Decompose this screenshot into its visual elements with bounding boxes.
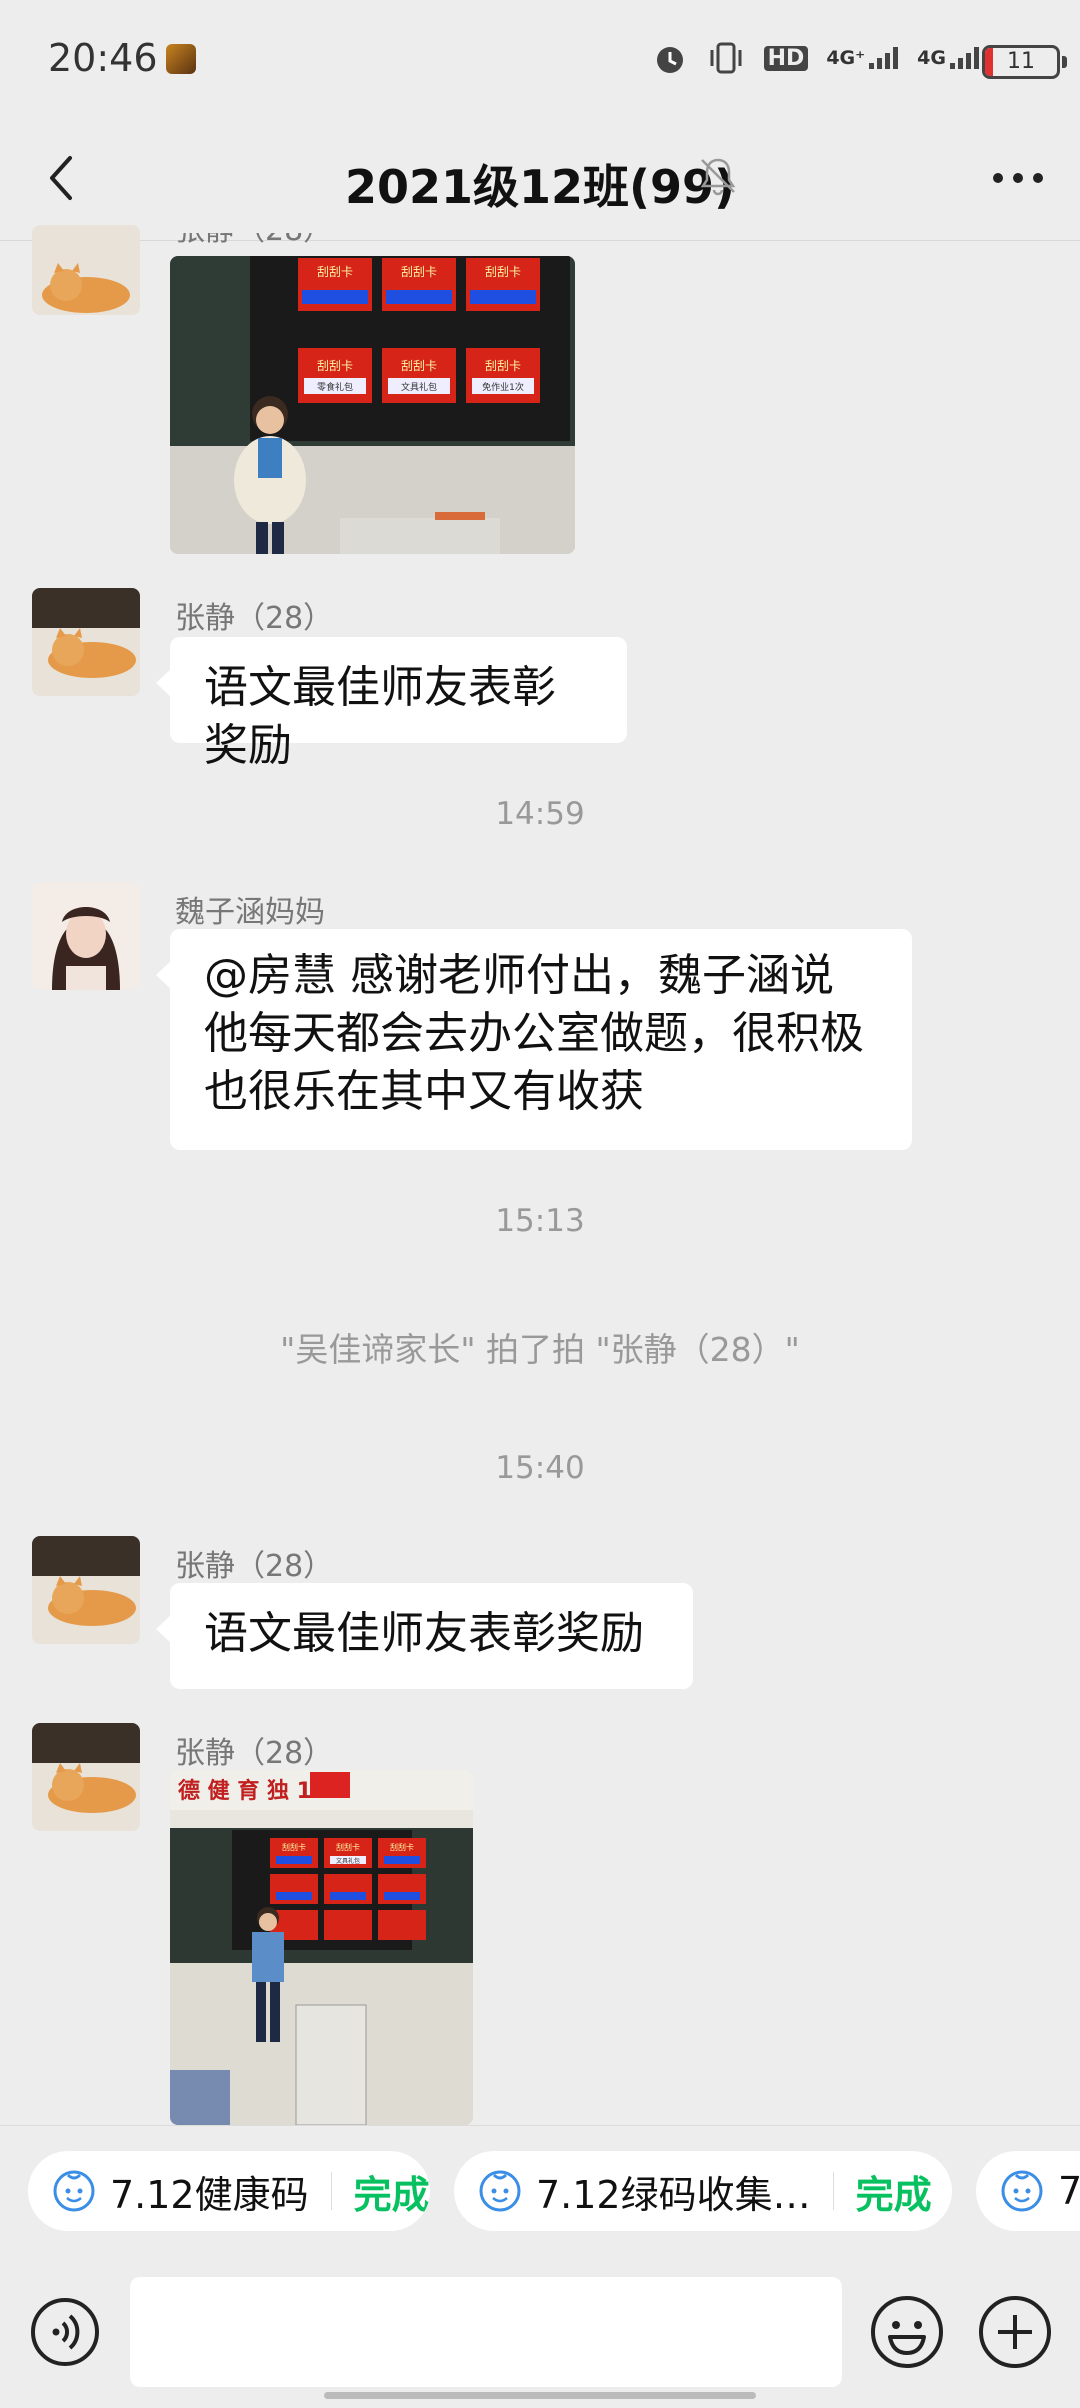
task-chip-label: 7.12健康码 bbox=[110, 2172, 309, 2217]
card-label: 刮刮卡 bbox=[317, 359, 353, 373]
4g-plus-signal-icon: 4G⁺ bbox=[826, 47, 899, 69]
pat-notification: "吴佳谛家长" 拍了拍 "张静（28）" bbox=[280, 1330, 800, 1369]
card-label: 刮刮卡 bbox=[485, 359, 521, 373]
message-timestamp: 15:40 bbox=[495, 1450, 585, 1486]
message-input[interactable] bbox=[130, 2277, 842, 2387]
prize-label: 文具礼包 bbox=[401, 381, 437, 393]
baby-face-icon bbox=[1001, 2170, 1043, 2212]
task-done-status: 完成 bbox=[855, 2172, 932, 2217]
chat-header: 2021级12班(99) bbox=[0, 120, 1080, 241]
sender-name: 张静（28） bbox=[175, 1736, 334, 1771]
card-label: 刮刮卡 bbox=[485, 265, 521, 279]
classroom-banner-text: 德 健 育 独 14 bbox=[178, 1778, 327, 1804]
battery-level: 11 bbox=[1007, 49, 1035, 74]
message-timestamp: 15:13 bbox=[495, 1203, 585, 1239]
4g-signal-icon: 4G bbox=[917, 47, 980, 69]
avatar-weizihan-mother[interactable] bbox=[32, 882, 140, 990]
prize-label: 免作业1次 bbox=[482, 381, 524, 393]
alarm-icon bbox=[656, 47, 683, 73]
task-chip-label: 7. bbox=[1058, 2169, 1080, 2213]
card-label: 刮刮卡 bbox=[282, 1842, 306, 1852]
baby-face-icon bbox=[53, 2170, 95, 2212]
status-time: 20:46 bbox=[48, 36, 158, 80]
message-line: 他每天都会去办公室做题，很积极 bbox=[204, 1008, 864, 1059]
sender-name: 张静（28） bbox=[175, 601, 334, 636]
status-bar: 20:46 HD 4G⁺ 4G 11 bbox=[0, 0, 1080, 120]
chip-divider bbox=[832, 2172, 834, 2210]
message-line: 也很乐在其中又有收获 bbox=[204, 1066, 644, 1117]
home-indicator[interactable] bbox=[324, 2392, 756, 2399]
message-line: @房慧 感谢老师付出，魏子涵说 bbox=[204, 950, 834, 1001]
message-timestamp: 14:59 bbox=[495, 796, 585, 832]
card-label: 刮刮卡 bbox=[317, 265, 353, 279]
message-bubble[interactable]: 语文最佳师友表彰奖励 bbox=[156, 637, 627, 771]
task-chip-green-code[interactable]: 7.12绿码收集… 完成 bbox=[454, 2151, 952, 2231]
mute-bell-icon bbox=[700, 158, 736, 196]
sender-name: 魏子涵妈妈 bbox=[175, 895, 325, 930]
app-notification-icon bbox=[166, 44, 196, 74]
prize-label: 零食礼包 bbox=[317, 381, 353, 393]
emoji-icon[interactable] bbox=[870, 2295, 944, 2369]
status-icons: HD 4G⁺ 4G bbox=[652, 40, 980, 76]
card-label: 刮刮卡 bbox=[390, 1842, 414, 1852]
sender-name: 张静（28） bbox=[175, 1549, 334, 1584]
more-options-icon[interactable] bbox=[990, 170, 1046, 186]
card-label: 刮刮卡 bbox=[401, 265, 437, 279]
hd-icon: HD bbox=[763, 45, 809, 71]
card-label: 刮刮卡 bbox=[336, 1842, 360, 1852]
classroom-photo-1[interactable]: 刮刮卡 刮刮卡 刮刮卡 刮刮卡 刮刮卡 刮刮卡 零食礼包 文具礼包 免作业1次 bbox=[170, 256, 575, 554]
avatar-zhangjing[interactable] bbox=[32, 1536, 140, 1644]
voice-input-icon[interactable] bbox=[30, 2297, 100, 2367]
chat-input-bar bbox=[0, 2255, 1080, 2408]
baby-face-icon bbox=[479, 2170, 521, 2212]
message-bubble[interactable]: 语文最佳师友表彰奖励 bbox=[156, 1583, 693, 1689]
task-chip-health-code[interactable]: 7.12健康码 完成 bbox=[28, 2151, 430, 2231]
classroom-photo-2[interactable]: 德 健 育 独 14 刮刮卡 刮刮卡 刮刮卡 文具礼包 bbox=[170, 1770, 473, 2125]
task-chip-label: 7.12绿码收集… bbox=[536, 2172, 811, 2217]
chip-divider bbox=[330, 2172, 332, 2210]
message-bubble[interactable]: @房慧 感谢老师付出，魏子涵说 他每天都会去办公室做题，很积极 也很乐在其中又有… bbox=[156, 929, 912, 1150]
avatar-zhangjing[interactable] bbox=[32, 225, 140, 315]
avatar-zhangjing[interactable] bbox=[32, 1723, 140, 1831]
prize-label: 文具礼包 bbox=[336, 1857, 360, 1865]
task-chip-partial[interactable]: 7. bbox=[976, 2151, 1080, 2231]
vibrate-icon bbox=[710, 42, 742, 74]
battery-indicator: 11 bbox=[982, 45, 1067, 79]
chat-title: 2021级12班(99) bbox=[344, 160, 736, 214]
task-done-status: 完成 bbox=[353, 2172, 430, 2217]
card-label: 刮刮卡 bbox=[401, 359, 437, 373]
plus-icon[interactable] bbox=[978, 2295, 1052, 2369]
avatar-zhangjing[interactable] bbox=[32, 588, 140, 696]
quick-task-bar: 7.12健康码 完成 7.12绿码收集… 完成 7. bbox=[0, 2125, 1080, 2256]
